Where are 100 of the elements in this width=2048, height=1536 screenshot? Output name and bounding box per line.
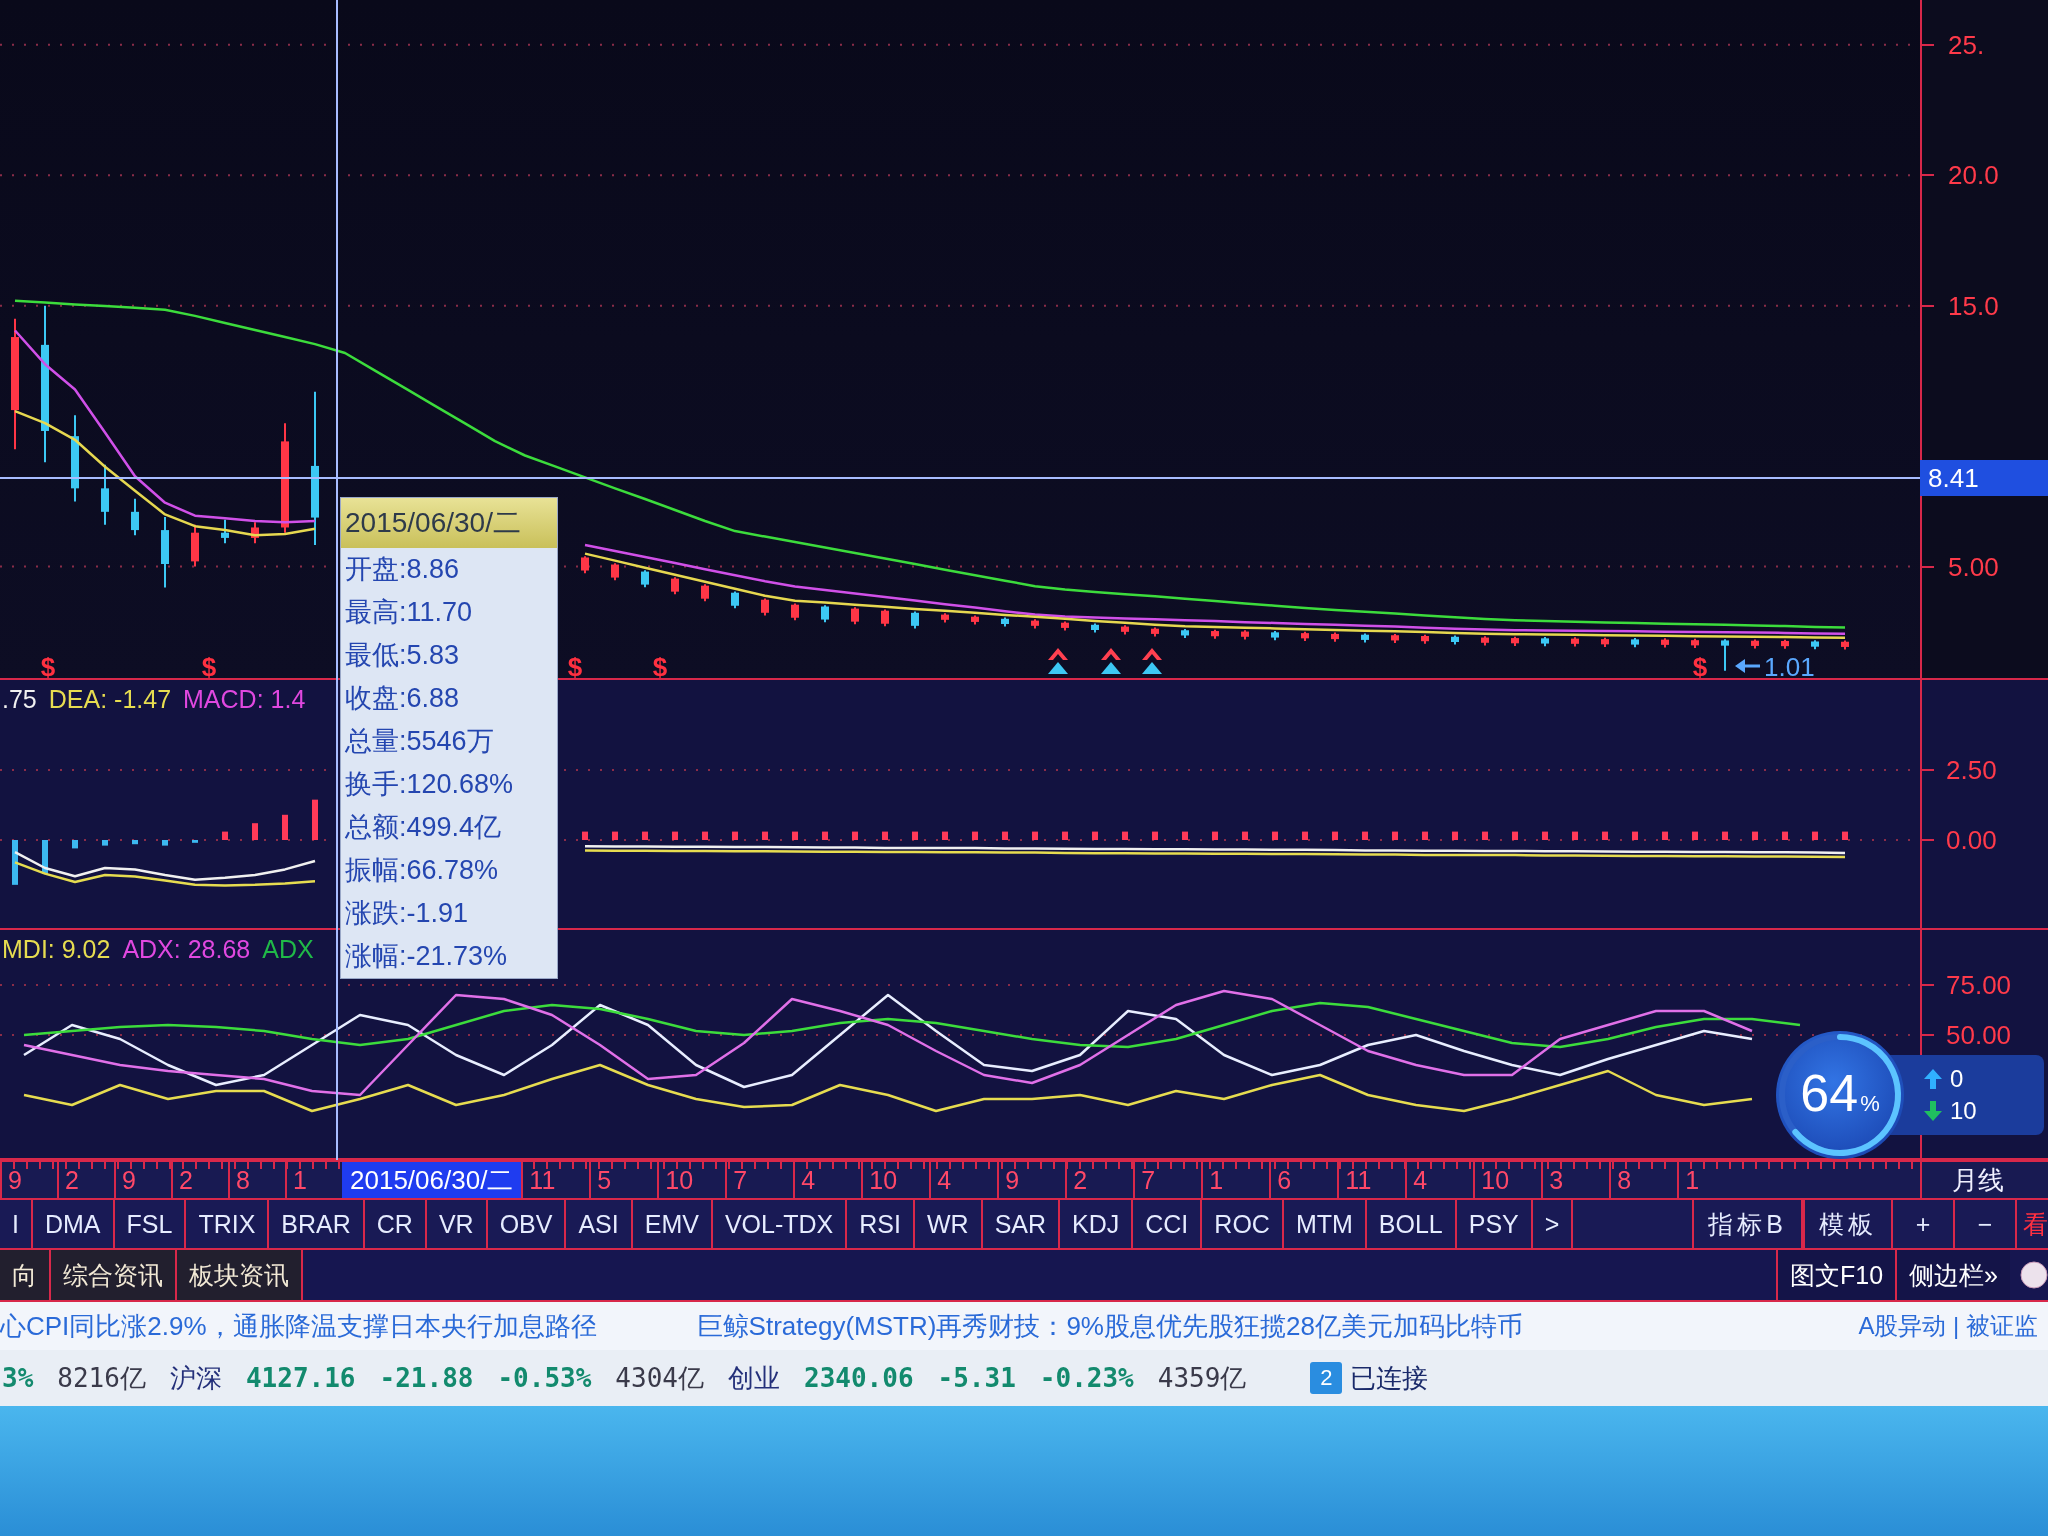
news-headline[interactable]: 心CPI同比涨2.9%，通胀降温支撑日本央行加息路径	[0, 1308, 597, 1344]
candlestick	[1181, 627, 1189, 640]
candlestick	[701, 583, 709, 603]
axis-label: 15.0	[1948, 290, 1999, 321]
candlestick	[1751, 638, 1759, 650]
candlestick	[1571, 636, 1579, 648]
candlestick	[1541, 636, 1549, 648]
tooltip-header: 2015/06/30/二	[341, 498, 557, 548]
candlestick	[1121, 624, 1129, 636]
news-headline[interactable]: 巨鲸Strategy(MSTR)再秀财技：9%股息优先股狂揽28亿美元加码比特币	[696, 1308, 1523, 1344]
indicator-tab[interactable]: VR	[426, 1200, 488, 1248]
tooltip-row-text: 涨跌:-1.91	[344, 897, 470, 930]
indicator-tab[interactable]: ROC	[1202, 1200, 1284, 1248]
info-tab[interactable]: 综合资讯	[51, 1250, 177, 1300]
info-tab[interactable]: 向	[0, 1250, 51, 1300]
status-text: 3%	[2, 1363, 34, 1393]
indicator-tab[interactable]: ASI	[566, 1200, 633, 1248]
indicator-tab[interactable]: BRAR	[269, 1200, 365, 1248]
candlestick	[641, 569, 649, 589]
up-arrow-icon	[1101, 648, 1121, 674]
candlestick	[251, 521, 259, 545]
axis-label: 5.00	[1948, 551, 1999, 582]
toolbar-button[interactable]: 指标B	[1692, 1200, 1803, 1248]
candlestick	[1241, 629, 1249, 641]
candlestick	[1151, 626, 1159, 638]
candlestick	[1391, 632, 1399, 645]
candlestick	[761, 597, 769, 617]
status-text: 4127.16	[245, 1363, 356, 1393]
zoom-out-button[interactable]: −	[1955, 1200, 2017, 1248]
upload-speed: 0	[1950, 1065, 1964, 1093]
side-panel-tab[interactable]: 看	[2017, 1200, 2048, 1248]
indicator-tab[interactable]: PSY	[1456, 1200, 1533, 1248]
indicator-value: .75	[2, 684, 37, 714]
indicator-tab[interactable]: KDJ	[1060, 1200, 1134, 1248]
candlestick	[581, 555, 589, 575]
panel-button[interactable]: 图文F10	[1776, 1250, 1896, 1300]
status-text: 8216亿	[57, 1361, 146, 1395]
candlestick	[1031, 618, 1039, 630]
indicator-tab[interactable]: EMV	[632, 1200, 713, 1248]
candlestick	[1301, 630, 1309, 642]
tooltip-row-text: 涨幅:-21.73%	[344, 940, 509, 973]
cursor-date-label: 2015/06/30/二	[342, 1162, 522, 1198]
tooltip-row-text: 最高:11.70	[344, 596, 474, 629]
candlestick	[851, 606, 859, 626]
info-tab[interactable]: 板块资讯	[177, 1250, 303, 1300]
candlestick	[1841, 639, 1849, 651]
indicator-tab[interactable]: WR	[914, 1200, 983, 1248]
sell-signal-mark: $	[40, 652, 56, 678]
panel-button[interactable]: 侧边栏»	[1895, 1250, 2010, 1300]
axis-label: 25.	[1948, 29, 1985, 60]
candlestick	[1271, 630, 1279, 642]
indicator-tab[interactable]: TRIX	[186, 1200, 270, 1248]
indicator-tab[interactable]: RSI	[847, 1200, 915, 1248]
axis-label: 20.0	[1948, 160, 1999, 191]
indicator-tab[interactable]: FSL	[114, 1200, 187, 1248]
tooltip-row-text: 开盘:8.86	[344, 553, 461, 586]
indicator-tab[interactable]: DMA	[32, 1200, 115, 1248]
news-links[interactable]: A股异动 | 被证监	[1858, 1310, 2038, 1342]
candlestick	[1721, 638, 1729, 672]
sell-signal-mark: $	[1692, 652, 1708, 678]
candlestick	[1001, 616, 1009, 628]
tooltip-row-text: 最低:5.83	[344, 639, 461, 672]
status-text: 2340.06	[804, 1363, 914, 1393]
sell-signal-mark: $	[567, 652, 583, 678]
indicator-tab[interactable]: BOLL	[1366, 1200, 1457, 1248]
sell-signal-mark: $	[652, 652, 668, 678]
tooltip-row-text: 总量:5546万	[344, 725, 495, 758]
status-text: -0.23%	[1039, 1363, 1134, 1393]
status-text: 创业	[728, 1361, 780, 1395]
zoom-in-button[interactable]: +	[1893, 1200, 1955, 1248]
round-button-icon[interactable]	[2020, 1261, 2048, 1289]
up-arrow-icon	[1142, 648, 1162, 674]
indicator-tab[interactable]: OBV	[487, 1200, 567, 1248]
candlestick	[911, 610, 919, 630]
indicator-tab[interactable]: SAR	[982, 1200, 1061, 1248]
candlestick	[731, 590, 739, 610]
axis-label: 2.50	[1946, 755, 1997, 785]
indicator-tab[interactable]: I	[0, 1200, 33, 1248]
indicator-tab[interactable]: MTM	[1283, 1200, 1367, 1248]
up-arrow-icon	[1924, 1069, 1942, 1089]
tooltip-row-text: 总额:499.4亿	[344, 811, 503, 844]
indicator-tab[interactable]: >	[1532, 1200, 1574, 1248]
candlestick	[671, 576, 679, 596]
candlestick	[1691, 637, 1699, 649]
candlestick	[821, 604, 829, 624]
status-text: -21.88	[379, 1363, 474, 1393]
indicator-tab[interactable]: CR	[364, 1200, 427, 1248]
indicator-tab[interactable]: VOL-TDX	[712, 1200, 848, 1248]
candlestick	[1211, 628, 1219, 640]
low-price-label: 1.01	[1764, 652, 1815, 678]
candlestick	[1631, 637, 1639, 649]
indicator-value: MDI: 9.02	[2, 934, 111, 964]
axis-label: 75.00	[1946, 970, 2012, 1000]
candlestick	[1331, 631, 1339, 643]
indicator-tab[interactable]: CCI	[1133, 1200, 1203, 1248]
toolbar-button[interactable]: 模板	[1803, 1200, 1893, 1248]
status-text: -0.53%	[497, 1363, 592, 1393]
candlestick	[971, 614, 979, 626]
tooltip-row-text: 换手:120.68%	[344, 768, 515, 801]
candlestick	[1421, 633, 1429, 645]
